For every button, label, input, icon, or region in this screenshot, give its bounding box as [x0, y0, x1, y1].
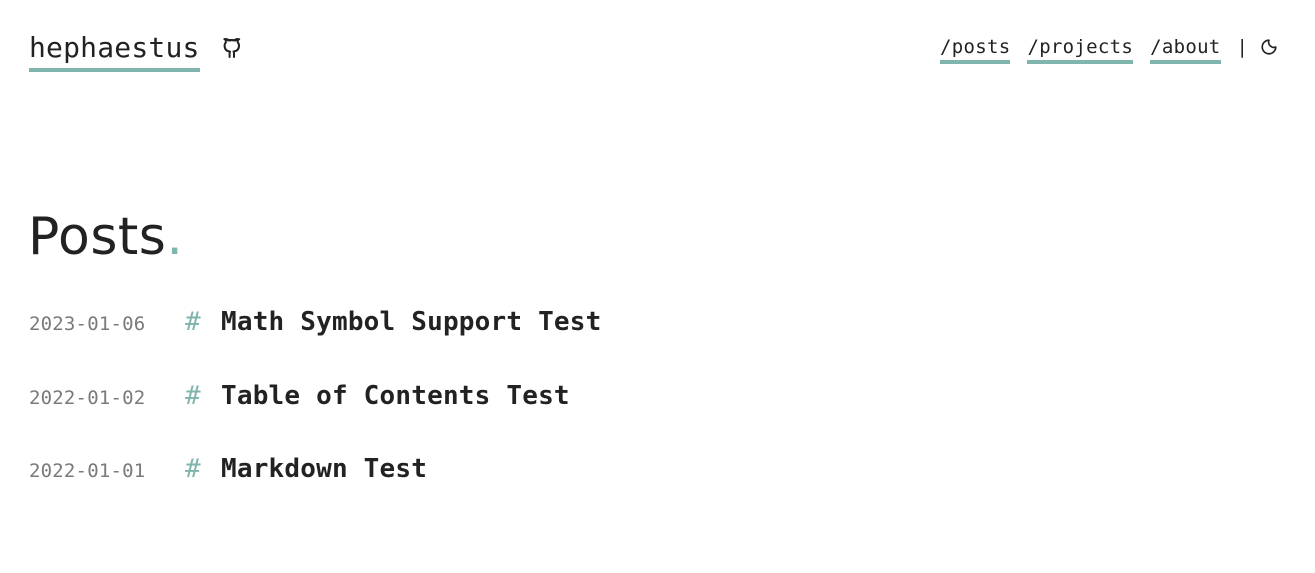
site-header: hephaestus /posts /projects /about |: [29, 28, 1278, 72]
post-hash: #: [185, 380, 201, 411]
nav-link-posts[interactable]: /posts: [940, 34, 1011, 64]
post-list: 2023-01-06 # Math Symbol Support Test 20…: [29, 307, 601, 528]
post-hash: #: [185, 454, 201, 484]
page-title-text: Posts: [28, 207, 167, 267]
list-item: 2022-01-01 # Markdown Test: [29, 454, 601, 528]
brand: hephaestus: [29, 28, 244, 72]
nav-link-about[interactable]: /about: [1150, 34, 1221, 64]
github-icon[interactable]: [220, 36, 244, 60]
nav-separator: |: [1236, 36, 1248, 58]
moon-icon[interactable]: [1260, 38, 1278, 56]
nav-link-projects[interactable]: /projects: [1027, 34, 1134, 64]
post-title-link[interactable]: Markdown Test: [221, 454, 427, 484]
list-item: 2022-01-02 # Table of Contents Test: [29, 381, 601, 455]
post-date: 2023-01-06: [29, 313, 146, 335]
main-nav: /posts /projects /about |: [940, 34, 1278, 64]
list-item: 2023-01-06 # Math Symbol Support Test: [29, 307, 601, 381]
page-title: Posts.: [28, 202, 183, 272]
post-title-link[interactable]: Math Symbol Support Test: [221, 307, 601, 337]
post-title-link[interactable]: Table of Contents Test: [221, 381, 570, 411]
page-title-dot: .: [166, 207, 184, 267]
post-date: 2022-01-02: [29, 386, 146, 409]
post-date: 2022-01-01: [29, 460, 146, 482]
site-title-link[interactable]: hephaestus: [29, 28, 200, 72]
post-hash: #: [185, 307, 201, 337]
